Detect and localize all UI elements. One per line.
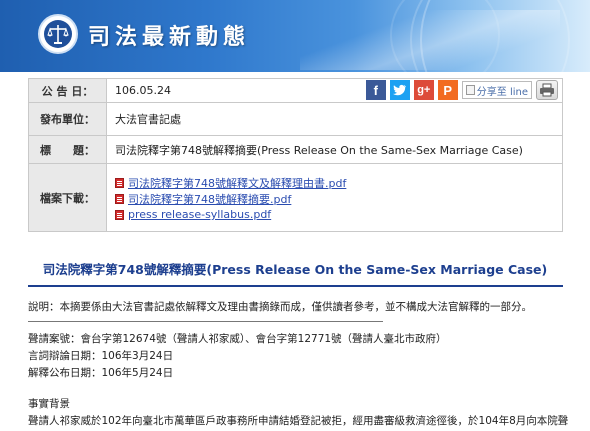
file-item: 司法院釋字第748號解釋文及解釋理由書.pdf bbox=[115, 175, 562, 191]
file-item: press release-syllabus.pdf bbox=[115, 207, 562, 223]
file-list: 司法院釋字第748號解釋文及解釋理由書.pdf 司法院釋字第748號解釋摘要.p… bbox=[106, 163, 563, 232]
title-label: 標 題： bbox=[28, 135, 107, 164]
file-link[interactable]: 司法院釋字第748號解釋摘要.pdf bbox=[128, 191, 291, 207]
section-divider bbox=[28, 321, 383, 322]
unit-label: 發布單位： bbox=[28, 102, 107, 136]
share-line-button[interactable]: 分享至 line bbox=[461, 81, 532, 99]
google-plus-icon[interactable]: g+ bbox=[413, 80, 434, 100]
article-headline: 司法院釋字第748號解釋摘要(Press Release On the Same… bbox=[42, 262, 548, 277]
file-item: 司法院釋字第748號解釋摘要.pdf bbox=[115, 191, 562, 207]
banner-title: 司法最新動態 bbox=[88, 24, 251, 50]
disclaimer-note: 說明：本摘要係由大法官書記處依解釋文及理由書摘錄而成，僅供讀者參考，並不構成大法… bbox=[28, 301, 532, 313]
announce-date-label: 公 告 日： bbox=[28, 78, 107, 103]
twitter-icon[interactable] bbox=[389, 80, 410, 100]
announce-date-value: 106.05.24 bbox=[115, 84, 171, 97]
banner-light-streak bbox=[300, 10, 560, 70]
facebook-icon[interactable]: f bbox=[365, 80, 386, 100]
share-toolbar: f g+ P 分享至 line bbox=[365, 80, 558, 100]
pdf-icon bbox=[115, 177, 124, 188]
headline-divider bbox=[28, 285, 563, 287]
broken-image-icon bbox=[465, 85, 475, 95]
pdf-icon bbox=[115, 193, 124, 204]
announcement-info-table: 公 告 日： 106.05.24 f g+ P 分享至 line 發布單位： 大… bbox=[28, 78, 563, 232]
judicial-emblem-icon bbox=[38, 14, 78, 54]
pdf-icon bbox=[115, 209, 124, 220]
publish-date: 解釋公布日期：106年5月24日 bbox=[28, 367, 174, 379]
printer-icon[interactable] bbox=[536, 80, 558, 100]
case-numbers: 聲請案號：會台字第12674號（聲請人祁家威）、會台字第12771號（聲請人臺北… bbox=[28, 333, 447, 345]
site-banner: 司法最新動態 bbox=[0, 0, 590, 72]
title-value: 司法院釋字第748號解釋摘要(Press Release On the Same… bbox=[106, 135, 563, 164]
file-link[interactable]: press release-syllabus.pdf bbox=[128, 208, 271, 221]
announce-date-cell: 106.05.24 f g+ P 分享至 line bbox=[106, 78, 563, 103]
unit-value: 大法官書記處 bbox=[106, 102, 563, 136]
plurk-icon[interactable]: P bbox=[437, 80, 458, 100]
file-link[interactable]: 司法院釋字第748號解釋文及解釋理由書.pdf bbox=[128, 175, 346, 191]
download-label: 檔案下載： bbox=[28, 163, 107, 232]
section-title: 事實背景 bbox=[28, 398, 70, 410]
debate-date: 言詞辯論日期：106年3月24日 bbox=[28, 350, 174, 362]
share-line-label: 分享至 line bbox=[476, 86, 528, 98]
section-text: 聲請人祁家威於102年向臺北市萬華區戶政事務所申請結婚登記被拒，經用盡審級救濟途… bbox=[28, 415, 569, 427]
